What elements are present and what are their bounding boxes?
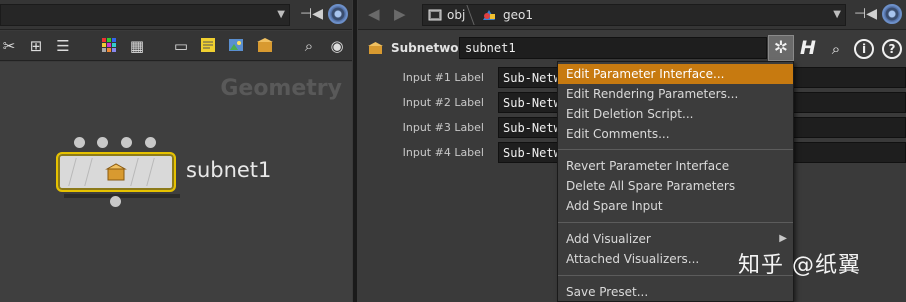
info-icon[interactable]: i [854,39,874,59]
parameter-path-bar: ◀ ▶ obj geo1 ▼ ⊣◀ [358,0,906,30]
gear-icon[interactable]: ✲ [768,35,794,61]
network-toolbar: ✂ ⊞ ☰ ▦ ▭ ⌕ ◉ [0,31,352,61]
network-context-label: Geometry [220,76,342,101]
table-icon[interactable]: ▦ [128,37,146,55]
menu-item-add-spare-input[interactable]: Add Spare Input [558,196,793,216]
image-icon[interactable] [227,37,245,55]
menu-item-label: Add Visualizer [566,232,651,246]
network-path-bar: ▼ ⊣◀ [0,0,352,30]
sticky-note-icon[interactable] [199,37,217,55]
parameter-label: Input #4 Label [402,146,484,159]
menu-item-revert-parameter-interface[interactable]: Revert Parameter Interface [558,156,793,176]
subnet-icon[interactable] [256,37,274,55]
node-stripe [130,158,148,186]
node-stripe [84,158,102,186]
node-path[interactable]: obj geo1 ▼ [422,4,846,26]
list-icon[interactable]: ☰ [54,37,72,55]
search-icon[interactable]: ⌕ [826,39,846,59]
houdini-help-icon[interactable]: H [798,37,818,59]
subnet-node[interactable] [56,152,176,192]
forward-arrow-icon[interactable]: ▶ [394,5,406,23]
parameter-label: Input #1 Label [402,71,484,84]
menu-item-edit-comments[interactable]: Edit Comments... [558,124,793,144]
tools-icon[interactable]: ✂ [0,37,18,55]
subnet-node-icon [105,163,127,181]
network-canvas[interactable]: Geometry subnet1 [0,62,352,302]
menu-item-add-visualizer[interactable]: Add Visualizer ▶ [558,229,793,249]
input-connector[interactable] [97,137,108,148]
node-name-field[interactable]: subnet1 [459,37,767,59]
parameter-label: Input #2 Label [402,96,484,109]
watermark: 知乎 @纸翼 [738,253,861,278]
pin-icon[interactable]: ⊣◀ [854,5,877,23]
submenu-arrow-icon: ▶ [779,233,787,244]
menu-item-save-preset[interactable]: Save Preset... [558,282,793,301]
node-shadow [64,194,180,198]
tree-icon[interactable]: ⊞ [27,37,45,55]
output-connector[interactable] [110,196,121,207]
help-icon[interactable]: ? [882,39,902,59]
menu-separator [558,149,793,150]
search-icon[interactable]: ⌕ [300,37,318,55]
dropdown-arrow-icon[interactable]: ▼ [833,9,841,20]
node-name-label[interactable]: subnet1 [186,158,271,182]
back-arrow-icon[interactable]: ◀ [368,5,380,23]
target-icon[interactable] [882,4,902,24]
path-crumb-geo1[interactable]: geo1 [503,8,533,22]
network-box-icon[interactable]: ▭ [172,37,190,55]
input-connector[interactable] [145,137,156,148]
eye-icon[interactable]: ◉ [328,37,346,55]
network-path-dropdown[interactable]: ▼ [0,4,290,26]
menu-item-edit-parameter-interface[interactable]: Edit Parameter Interface... [558,64,793,84]
network-editor-pane: ▼ ⊣◀ ✂ ⊞ ☰ ▦ ▭ ⌕ ◉ Geometry subnet1 [0,0,352,302]
menu-separator [558,222,793,223]
obj-icon [428,9,442,21]
input-connector[interactable] [74,137,85,148]
geo-icon [483,10,495,20]
node-stripe [146,158,164,186]
dropdown-arrow-icon[interactable]: ▼ [277,9,285,20]
target-icon[interactable] [328,4,348,24]
menu-item-delete-spare-parameters[interactable]: Delete All Spare Parameters [558,176,793,196]
color-grid-icon[interactable] [100,37,118,55]
pin-icon[interactable]: ⊣◀ [300,5,323,23]
node-stripe [68,158,86,186]
menu-item-edit-rendering-parameters[interactable]: Edit Rendering Parameters... [558,84,793,104]
parameter-label: Input #3 Label [402,121,484,134]
subnet-icon [368,42,383,54]
input-connector[interactable] [121,137,132,148]
menu-item-edit-deletion-script[interactable]: Edit Deletion Script... [558,104,793,124]
parameter-header: Subnetwork subnet1 ✲ H ⌕ i ? [358,35,906,63]
